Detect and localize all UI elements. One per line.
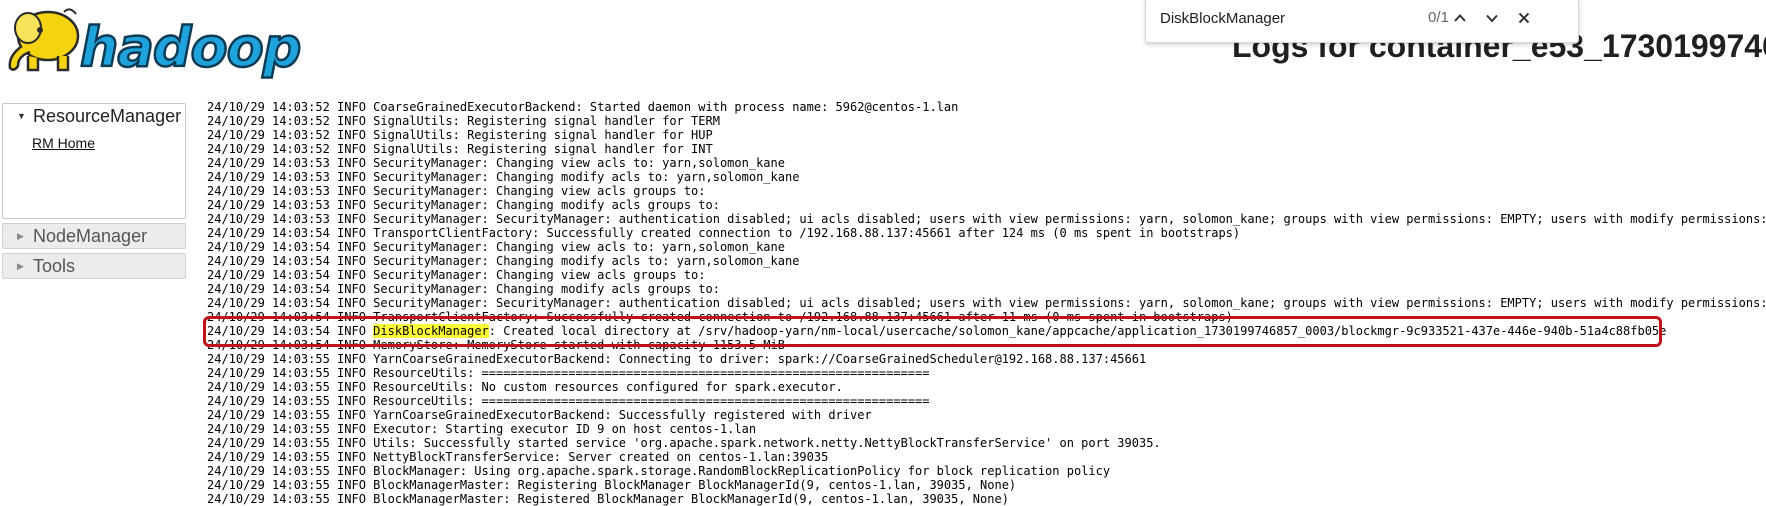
log-line: 24/10/29 14:03:53 INFO SecurityManager: … (207, 170, 1766, 184)
sidebar-header-label: ResourceManager (33, 105, 182, 126)
log-text: 24/10/29 14:03:53 INFO SecurityManager: … (207, 184, 713, 198)
caret-right-icon: ▶ (17, 230, 24, 241)
log-text: 24/10/29 14:03:54 INFO SecurityManager: … (207, 240, 785, 254)
log-text: : Created local directory at /srv/hadoop… (488, 324, 1667, 338)
log-line: 24/10/29 14:03:55 INFO YarnCoarseGrained… (207, 352, 1766, 366)
sidebar-header-nodemanager[interactable]: ▶ NodeManager (3, 224, 185, 248)
log-text: 24/10/29 14:03:55 INFO Utils: Successful… (207, 436, 1161, 450)
log-line: 24/10/29 14:03:53 INFO SecurityManager: … (207, 184, 1766, 198)
log-line: 24/10/29 14:03:52 INFO SignalUtils: Regi… (207, 142, 1766, 156)
log-line: 24/10/29 14:03:52 INFO SignalUtils: Regi… (207, 114, 1766, 128)
log-line: 24/10/29 14:03:55 INFO YarnCoarseGrained… (207, 408, 1766, 422)
log-line: 24/10/29 14:03:55 INFO BlockManagerMaste… (207, 478, 1766, 492)
sidebar: ▼ ResourceManager RM Home ▶ NodeManager … (2, 103, 186, 283)
log-line: 24/10/29 14:03:55 INFO ResourceUtils: ==… (207, 394, 1766, 408)
log-line: 24/10/29 14:03:52 INFO SignalUtils: Regi… (207, 128, 1766, 142)
close-icon[interactable] (1510, 4, 1538, 32)
log-text: 24/10/29 14:03:55 INFO YarnCoarseGrained… (207, 408, 872, 422)
log-text: 24/10/29 14:03:55 INFO NettyBlockTransfe… (207, 450, 829, 464)
logo-wordmark: hadoop (80, 16, 300, 79)
log-text: 24/10/29 14:03:52 INFO SignalUtils: Regi… (207, 128, 713, 142)
sidebar-section-body: RM Home (3, 128, 185, 218)
log-text: 24/10/29 14:03:53 INFO SecurityManager: … (207, 212, 1766, 226)
log-text: 24/10/29 14:03:55 INFO ResourceUtils: ==… (207, 366, 930, 380)
log-line: 24/10/29 14:03:54 INFO DiskBlockManager:… (207, 324, 1766, 338)
log-line: 24/10/29 14:03:53 INFO SecurityManager: … (207, 198, 1766, 212)
log-output: 24/10/29 14:03:52 INFO CoarseGrainedExec… (207, 100, 1766, 506)
log-line: 24/10/29 14:03:54 INFO SecurityManager: … (207, 240, 1766, 254)
log-line: 24/10/29 14:03:54 INFO TransportClientFa… (207, 310, 1766, 324)
find-bar: 0/1 (1145, 0, 1579, 43)
log-line: 24/10/29 14:03:55 INFO BlockManager: Usi… (207, 464, 1766, 478)
chevron-down-icon[interactable] (1478, 4, 1506, 32)
log-line: 24/10/29 14:03:54 INFO SecurityManager: … (207, 296, 1766, 310)
sidebar-header-label: Tools (33, 255, 76, 276)
log-line: 24/10/29 14:03:55 INFO Executor: Startin… (207, 422, 1766, 436)
log-text: 24/10/29 14:03:55 INFO BlockManagerMaste… (207, 492, 1009, 506)
sidebar-section-resourcemanager: ▼ ResourceManager RM Home (2, 103, 186, 219)
log-line: 24/10/29 14:03:55 INFO ResourceUtils: No… (207, 380, 1766, 394)
log-text: 24/10/29 14:03:55 INFO BlockManagerMaste… (207, 478, 1017, 492)
log-text: 24/10/29 14:03:52 INFO SignalUtils: Regi… (207, 114, 720, 128)
log-text: 24/10/29 14:03:55 INFO ResourceUtils: ==… (207, 394, 930, 408)
log-line: 24/10/29 14:03:54 INFO SecurityManager: … (207, 268, 1766, 282)
log-line: 24/10/29 14:03:55 INFO BlockManagerMaste… (207, 492, 1766, 506)
sidebar-header-label: NodeManager (33, 225, 148, 246)
sidebar-header-resourcemanager[interactable]: ▼ ResourceManager (3, 104, 185, 128)
log-text: 24/10/29 14:03:53 INFO SecurityManager: … (207, 170, 800, 184)
log-text: 24/10/29 14:03:54 INFO SecurityManager: … (207, 268, 713, 282)
log-text: 24/10/29 14:03:54 INFO SecurityManager: … (207, 296, 1766, 310)
find-input[interactable] (1160, 6, 1410, 30)
log-text: 24/10/29 14:03:54 INFO MemoryStore: Memo… (207, 338, 785, 352)
rm-home-link[interactable]: RM Home (32, 135, 95, 151)
log-line: 24/10/29 14:03:54 INFO SecurityManager: … (207, 282, 1766, 296)
log-line: 24/10/29 14:03:54 INFO SecurityManager: … (207, 254, 1766, 268)
sidebar-section-nodemanager: ▶ NodeManager (2, 223, 186, 249)
log-line: 24/10/29 14:03:54 INFO MemoryStore: Memo… (207, 338, 1766, 352)
elephant-icon (8, 8, 80, 72)
log-line: 24/10/29 14:03:53 INFO SecurityManager: … (207, 156, 1766, 170)
log-text: 24/10/29 14:03:55 INFO Executor: Startin… (207, 422, 757, 436)
log-text: 24/10/29 14:03:55 INFO YarnCoarseGrained… (207, 352, 1147, 366)
log-text: 24/10/29 14:03:54 INFO TransportClientFa… (207, 310, 1233, 324)
log-line: 24/10/29 14:03:53 INFO SecurityManager: … (207, 212, 1766, 226)
log-line: 24/10/29 14:03:55 INFO NettyBlockTransfe… (207, 450, 1766, 464)
log-text: 24/10/29 14:03:55 INFO BlockManager: Usi… (207, 464, 1111, 478)
chevron-up-icon[interactable] (1446, 4, 1474, 32)
sidebar-header-tools[interactable]: ▶ Tools (3, 254, 185, 278)
log-text: 24/10/29 14:03:52 INFO SignalUtils: Regi… (207, 142, 713, 156)
caret-right-icon: ▶ (17, 260, 24, 271)
log-text: 24/10/29 14:03:53 INFO SecurityManager: … (207, 156, 785, 170)
log-text: 24/10/29 14:03:52 INFO CoarseGrainedExec… (207, 100, 959, 114)
log-text: 24/10/29 14:03:54 INFO SecurityManager: … (207, 282, 728, 296)
sidebar-section-tools: ▶ Tools (2, 253, 186, 279)
log-text: 24/10/29 14:03:53 INFO SecurityManager: … (207, 198, 728, 212)
log-text: 24/10/29 14:03:54 INFO (207, 324, 374, 338)
log-line: 24/10/29 14:03:55 INFO ResourceUtils: ==… (207, 366, 1766, 380)
log-line: 24/10/29 14:03:55 INFO Utils: Successful… (207, 436, 1766, 450)
search-match-highlight: DiskBlockManager (373, 324, 489, 338)
caret-down-icon: ▼ (17, 111, 26, 121)
log-line: 24/10/29 14:03:54 INFO TransportClientFa… (207, 226, 1766, 240)
log-text: 24/10/29 14:03:55 INFO ResourceUtils: No… (207, 380, 843, 394)
log-text: 24/10/29 14:03:54 INFO SecurityManager: … (207, 254, 800, 268)
log-line: 24/10/29 14:03:52 INFO CoarseGrainedExec… (207, 100, 1766, 114)
log-text: 24/10/29 14:03:54 INFO TransportClientFa… (207, 226, 1241, 240)
hadoop-logo: hadoop (0, 0, 305, 82)
